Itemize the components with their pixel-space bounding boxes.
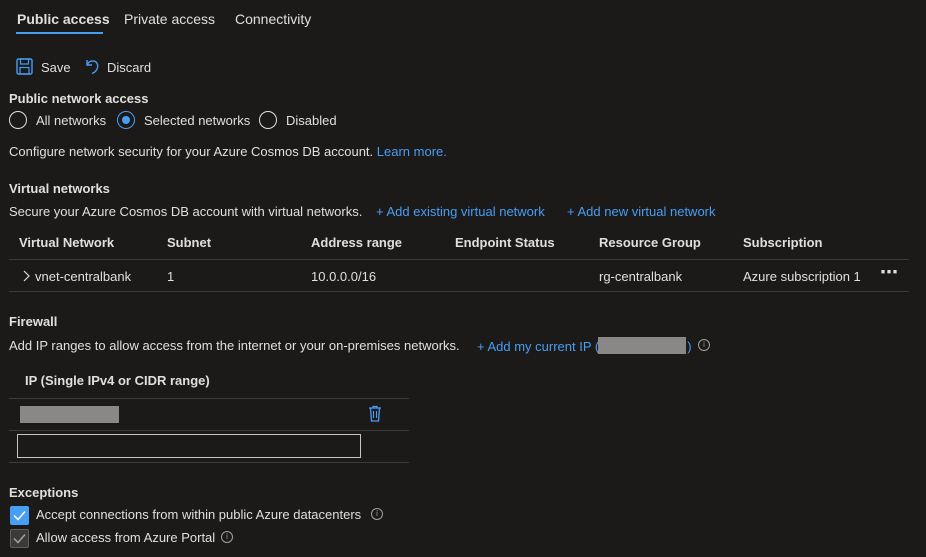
network-security-description: Configure network security for your Azur… [9,144,447,159]
ip-range-input[interactable] [17,434,361,458]
add-current-ip-close: ) [687,339,692,354]
cell-subnet: 1 [167,269,175,284]
column-header-virtual-network: Virtual Network [19,235,115,250]
ip-row-divider [9,430,409,431]
more-options-icon[interactable]: ⋯ [880,262,898,283]
public-network-access-heading: Public network access [9,91,149,106]
tab-private-access[interactable]: Private access [124,11,215,27]
checkbox-azure-datacenters-label[interactable]: Accept connections from within public Az… [36,507,361,522]
ip-column-header: IP (Single IPv4 or CIDR range) [25,373,210,388]
trash-icon[interactable] [368,405,382,422]
checkbox-azure-datacenters[interactable] [10,506,29,525]
tab-public-access[interactable]: Public access [17,11,110,27]
radio-disabled[interactable] [259,111,277,129]
checkbox-azure-portal-label: Allow access from Azure Portal [36,530,216,545]
save-label: Save [41,60,71,75]
info-icon[interactable]: i [371,508,383,520]
learn-more-link[interactable]: Learn more. [377,144,447,159]
radio-all-networks-label[interactable]: All networks [36,113,106,128]
radio-selected-networks-label[interactable]: Selected networks [144,113,250,128]
active-tab-indicator [16,32,103,34]
radio-all-networks[interactable] [9,111,27,129]
firewall-heading: Firewall [9,314,58,329]
exceptions-heading: Exceptions [9,485,79,500]
column-header-subnet: Subnet [167,235,212,250]
ip-header-divider [9,398,409,399]
info-icon[interactable]: i [221,531,233,543]
cell-resource-group: rg-centralbank [599,269,683,284]
add-new-vnet-link[interactable]: + Add new virtual network [567,204,716,219]
table-header-divider [9,259,909,260]
virtual-networks-description: Secure your Azure Cosmos DB account with… [9,204,363,219]
checkmark-icon [13,534,26,544]
column-header-address-range: Address range [311,235,403,250]
info-icon[interactable]: i [698,339,710,351]
radio-selected-networks[interactable] [117,111,135,129]
network-security-text: Configure network security for your Azur… [9,144,374,159]
redacted-ip [598,337,686,354]
column-header-endpoint-status: Endpoint Status [455,235,555,250]
radio-disabled-label[interactable]: Disabled [286,113,337,128]
checkmark-icon [13,511,26,521]
column-header-resource-group: Resource Group [599,235,701,250]
discard-label: Discard [107,60,152,75]
add-current-ip-label: + Add my current IP ( [477,339,600,354]
checkbox-azure-portal [10,529,29,548]
add-existing-vnet-link[interactable]: + Add existing virtual network [376,204,545,219]
save-icon [16,58,33,75]
chevron-right-icon[interactable] [22,270,30,282]
virtual-networks-heading: Virtual networks [9,181,110,196]
table-row-divider [9,291,909,292]
cell-address-range: 10.0.0.0/16 [311,269,377,284]
tab-connectivity[interactable]: Connectivity [235,11,311,27]
undo-icon [86,60,99,75]
column-header-subscription: Subscription [743,235,823,250]
cell-virtual-network: vnet-centralbank [35,269,132,284]
ip-input-divider [9,462,409,463]
cell-subscription: Azure subscription 1 [743,269,861,284]
firewall-description: Add IP ranges to allow access from the i… [9,338,460,353]
redacted-ip-entry [20,406,119,423]
